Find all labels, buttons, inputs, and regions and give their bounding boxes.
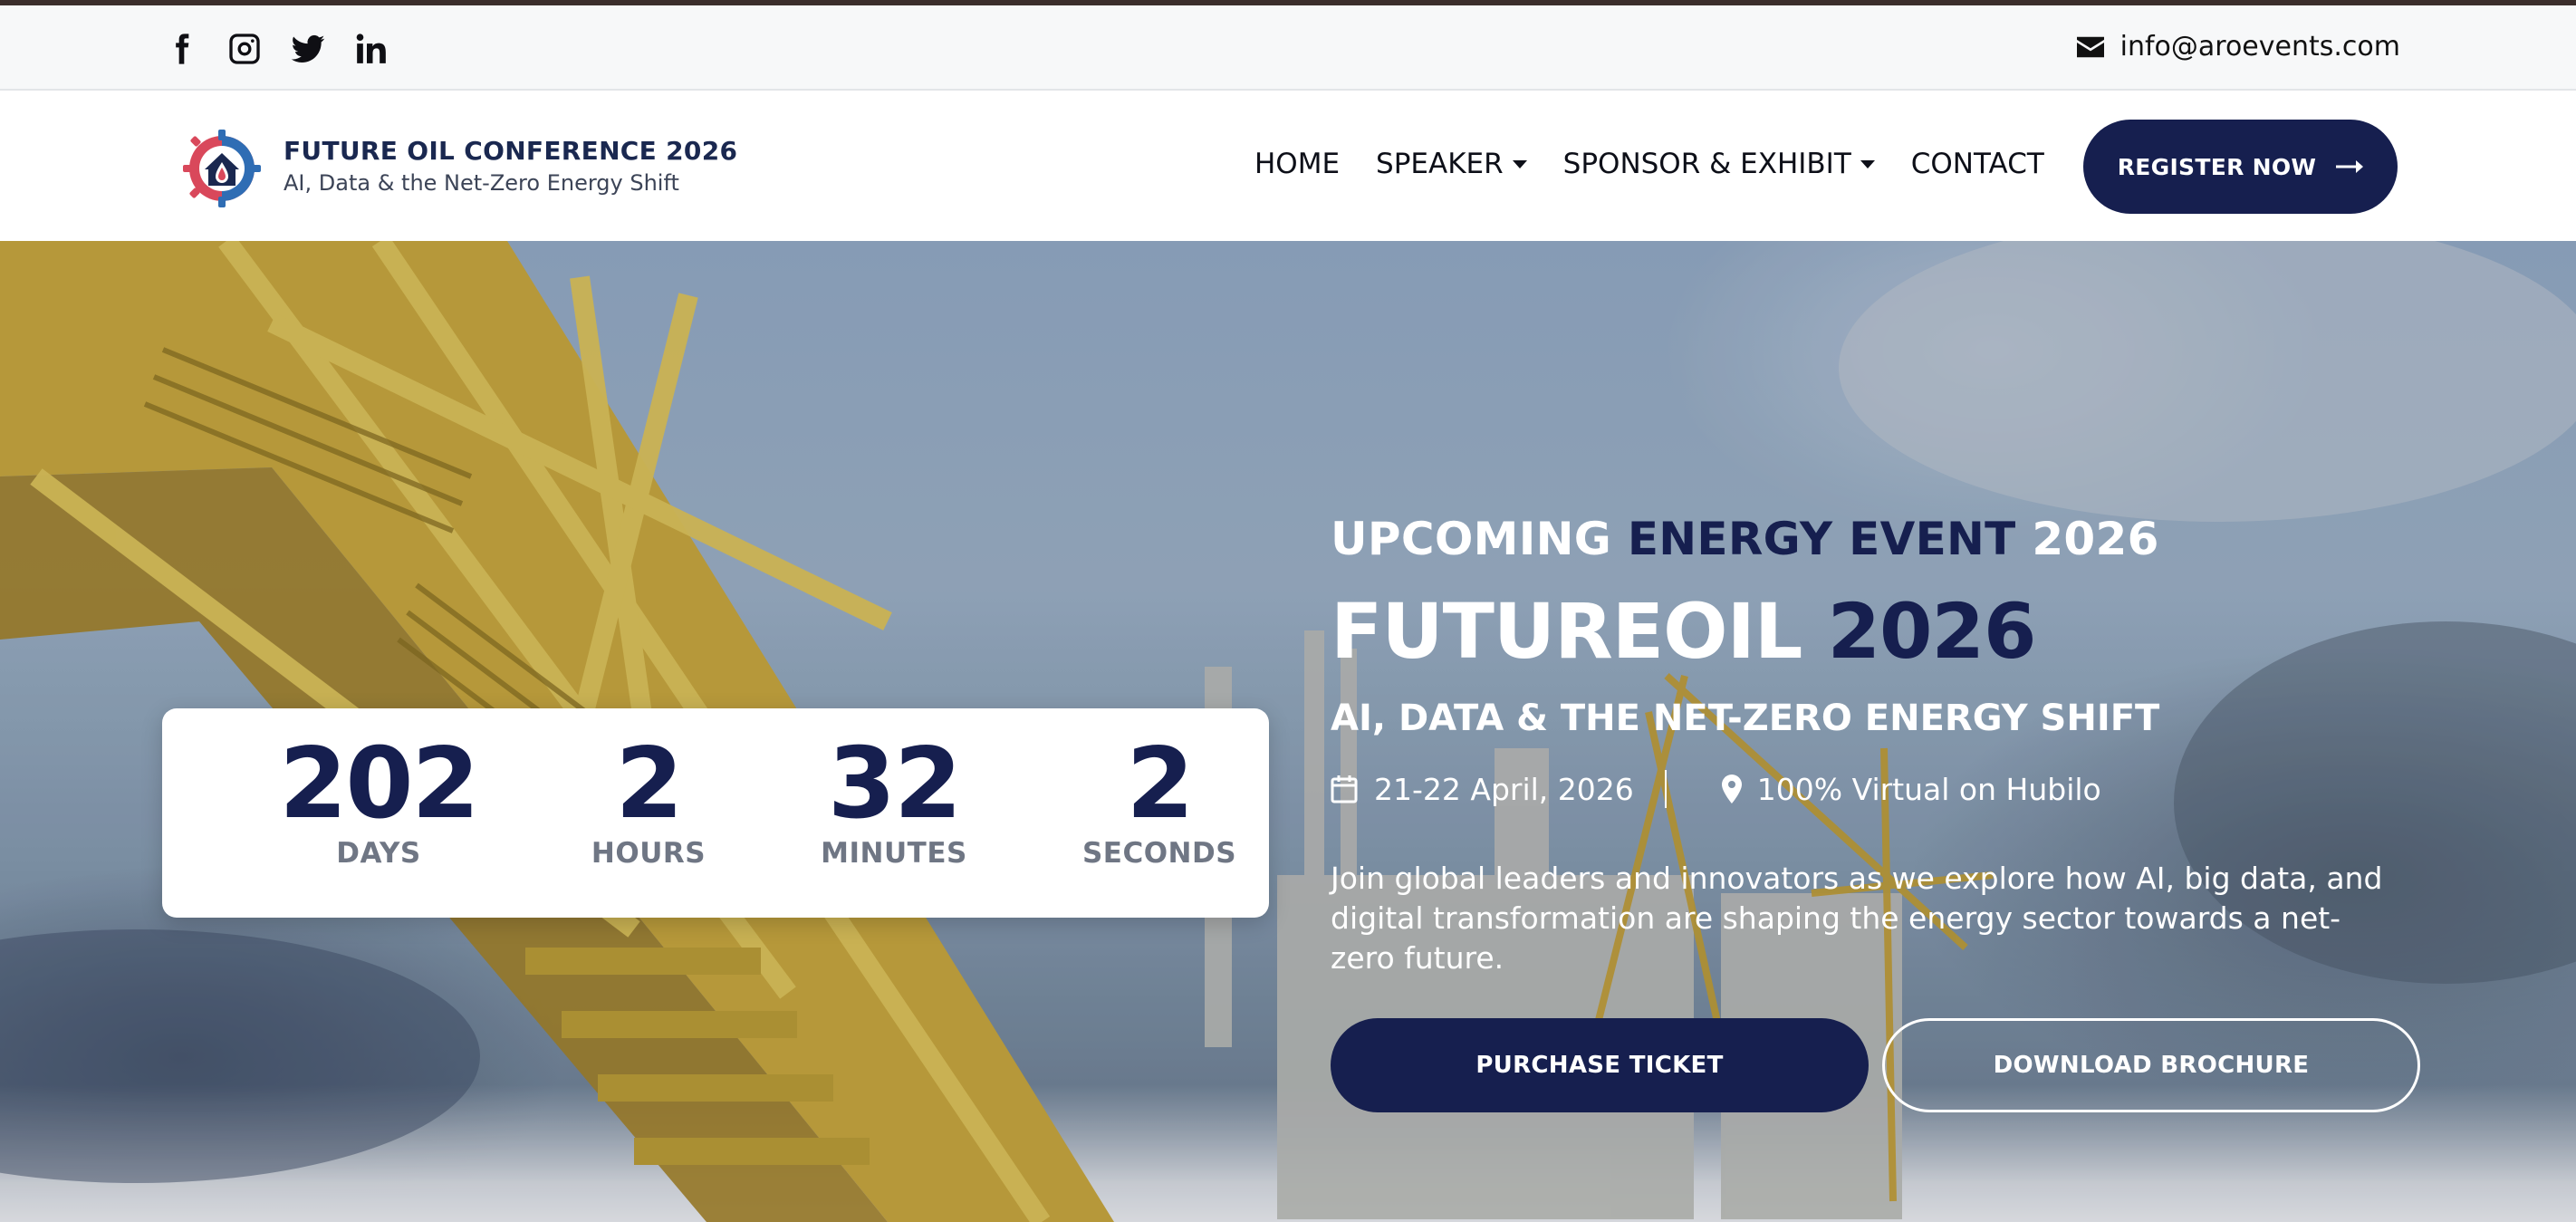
brand-title[interactable]: FUTURE OIL CONFERENCE 2026: [284, 136, 737, 166]
days-value: 202: [279, 727, 479, 841]
linkedin-icon[interactable]: [351, 29, 391, 69]
purchase-ticket-button[interactable]: PURCHASE TICKET: [1331, 1018, 1869, 1112]
chevron-down-icon: [1512, 159, 1527, 168]
minutes-value: 32: [827, 727, 962, 841]
hero-section: 202 DAYS 2 HOURS 32 MINUTES 2 SECONDS UP…: [0, 241, 2576, 1222]
hours-label: HOURS: [591, 837, 706, 870]
minutes-label: MINUTES: [821, 837, 967, 870]
eyebrow-upcoming: UPCOMING: [1331, 513, 1612, 565]
meta-divider: [1664, 770, 1667, 808]
hero-subtitle: AI, DATA & THE NET-ZERO ENERGY SHIFT: [1331, 698, 2160, 739]
eyebrow-year: 2026: [2032, 513, 2159, 565]
event-location: 100% Virtual on Hubilo: [1756, 771, 2101, 807]
nav-home-label: HOME: [1254, 148, 1341, 180]
hero-title: FUTUREOIL 2026: [1331, 587, 2037, 676]
nav-contact[interactable]: CONTACT: [1911, 148, 2044, 180]
envelope-icon: [2076, 36, 2104, 57]
nav-sponsor-exhibit[interactable]: SPONSOR & EXHIBIT: [1563, 148, 1875, 180]
register-now-label: REGISTER NOW: [2117, 153, 2317, 180]
chevron-down-icon: [1860, 159, 1875, 168]
seconds-value: 2: [1126, 727, 1194, 841]
contact-email[interactable]: info@aroevents.com: [2076, 31, 2400, 63]
event-meta: 21-22 April, 2026 100% Virtual on Hubilo: [1331, 770, 2101, 808]
countdown-minutes: 32 MINUTES: [776, 727, 1012, 871]
countdown-days: 202 DAYS: [261, 727, 496, 871]
days-label: DAYS: [336, 837, 421, 870]
arrow-right-icon: [2336, 160, 2364, 173]
nav-sponsor-exhibit-label: SPONSOR & EXHIBIT: [1562, 148, 1851, 180]
nav-speaker[interactable]: SPEAKER: [1376, 148, 1527, 180]
instagram-icon[interactable]: [225, 29, 264, 69]
social-links: [161, 29, 391, 69]
countdown-seconds: 2 SECONDS: [1042, 727, 1277, 871]
email-text[interactable]: info@aroevents.com: [2120, 31, 2400, 63]
hero-eyebrow: UPCOMING ENERGY EVENT 2026: [1331, 513, 2159, 565]
calendar-icon: [1331, 775, 1358, 803]
twitter-icon[interactable]: [288, 29, 328, 69]
main-navbar: FUTURE OIL CONFERENCE 2026 AI, Data & th…: [0, 91, 2576, 241]
hours-value: 2: [615, 727, 683, 841]
nav-home[interactable]: HOME: [1254, 148, 1340, 180]
register-now-button[interactable]: REGISTER NOW: [2083, 120, 2398, 214]
countdown-hours: 2 HOURS: [531, 727, 766, 871]
title-futureoil: FUTUREOIL: [1331, 587, 1802, 676]
conference-logo[interactable]: [183, 130, 261, 207]
brand-subtitle: AI, Data & the Net-Zero Energy Shift: [284, 170, 679, 196]
download-brochure-button[interactable]: DOWNLOAD BROCHURE: [1882, 1018, 2420, 1112]
eyebrow-energy-event: ENERGY EVENT: [1627, 513, 2016, 565]
hero-description: Join global leaders and innovators as we…: [1331, 861, 2383, 976]
main-menu: HOME SPEAKER SPONSOR & EXHIBIT CONTACT: [1254, 148, 2044, 180]
map-pin-icon: [1721, 775, 1742, 803]
title-year: 2026: [1827, 587, 2037, 676]
facebook-icon[interactable]: [161, 29, 201, 69]
nav-speaker-label: SPEAKER: [1376, 148, 1504, 180]
seconds-label: SECONDS: [1081, 837, 1237, 870]
countdown-timer: 202 DAYS 2 HOURS 32 MINUTES 2 SECONDS: [162, 708, 1269, 918]
top-bar: info@aroevents.com: [0, 5, 2576, 91]
nav-contact-label: CONTACT: [1910, 148, 2044, 180]
event-date: 21-22 April, 2026: [1374, 771, 1634, 807]
